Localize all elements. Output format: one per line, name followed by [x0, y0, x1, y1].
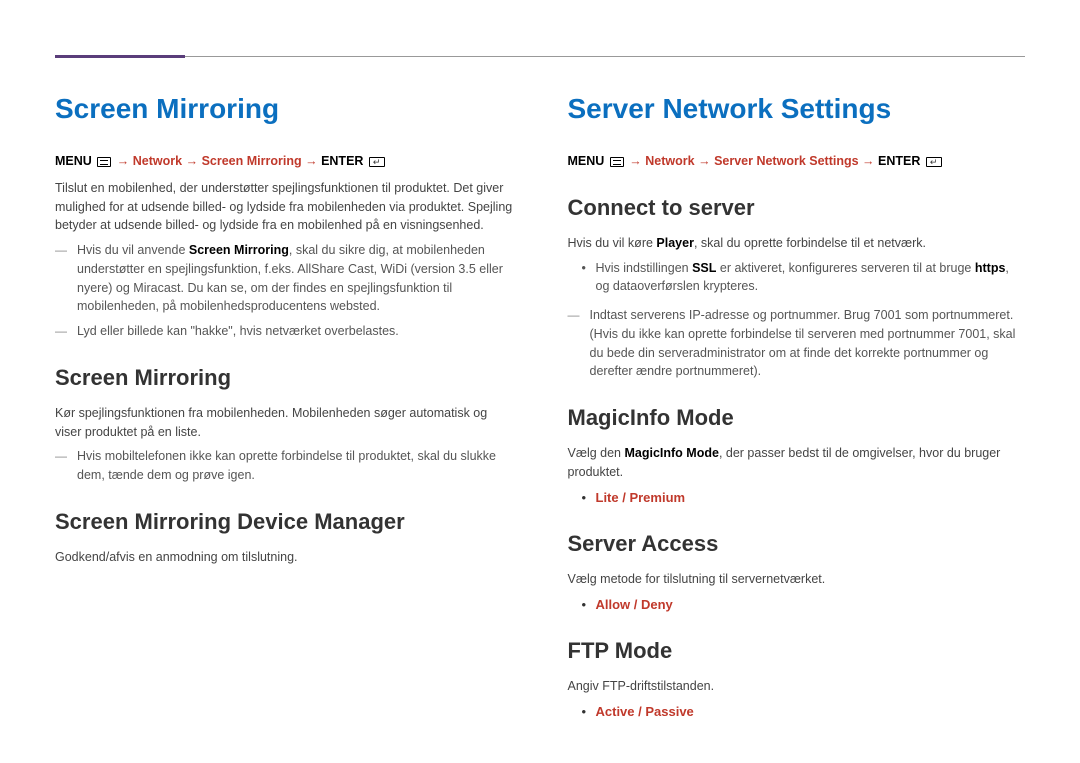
text: Hvis du vil anvende	[77, 243, 189, 257]
enter-label: ENTER	[321, 154, 363, 168]
menu-label: MENU	[568, 154, 605, 168]
note-item: Hvis du vil anvende Screen Mirroring, sk…	[55, 241, 513, 316]
note-list: Indtast serverens IP-adresse og portnumm…	[568, 306, 1026, 381]
text: Hvis indstillingen	[596, 261, 693, 275]
menu-label: MENU	[55, 154, 92, 168]
bold-term: MagicInfo Mode	[624, 446, 718, 460]
intro-text: Tilslut en mobilenhed, der understøtter …	[55, 179, 513, 235]
body-text: Kør spejlingsfunktionen fra mobilenheden…	[55, 404, 513, 442]
body-text: Vælg den MagicInfo Mode, der passer beds…	[568, 444, 1026, 482]
body-text: Angiv FTP-driftstilstanden.	[568, 677, 1026, 696]
arrow-icon: →	[186, 154, 202, 168]
nav-segment: Network	[645, 154, 694, 168]
arrow-icon: →	[862, 154, 878, 168]
sub-heading: Screen Mirroring Device Manager	[55, 505, 513, 538]
option-item: Allow / Deny	[568, 595, 1026, 615]
content-columns: Screen Mirroring MENU → Network → Screen…	[55, 88, 1025, 736]
text: Vælg den	[568, 446, 625, 460]
body-text: Hvis du vil køre Player, skal du oprette…	[568, 234, 1026, 253]
bold-term: https	[975, 261, 1006, 275]
menu-icon	[97, 157, 111, 167]
note-list: Hvis du vil anvende Screen Mirroring, sk…	[55, 241, 513, 341]
header-rule	[55, 55, 1025, 58]
text: er aktiveret, konfigureres serveren til …	[716, 261, 974, 275]
right-column: Server Network Settings MENU → Network →…	[568, 88, 1026, 736]
text: Hvis du vil køre	[568, 236, 657, 250]
bold-term: SSL	[692, 261, 716, 275]
arrow-icon: →	[629, 154, 645, 168]
option-list: Active / Passive	[568, 702, 1026, 722]
sub-heading: MagicInfo Mode	[568, 401, 1026, 434]
body-text: Vælg metode for tilslutning til serverne…	[568, 570, 1026, 589]
left-column: Screen Mirroring MENU → Network → Screen…	[55, 88, 513, 736]
enter-label: ENTER	[878, 154, 920, 168]
left-nav-path: MENU → Network → Screen Mirroring → ENTE…	[55, 152, 513, 171]
right-title: Server Network Settings	[568, 88, 1026, 130]
bold-term: Player	[656, 236, 694, 250]
option-list: Lite / Premium	[568, 488, 1026, 508]
arrow-icon: →	[698, 154, 714, 168]
enter-icon	[926, 157, 942, 167]
left-title: Screen Mirroring	[55, 88, 513, 130]
body-text: Godkend/afvis en anmodning om tilslutnin…	[55, 548, 513, 567]
thin-rule	[185, 56, 1025, 57]
bold-term: Screen Mirroring	[189, 243, 289, 257]
sub-heading: Server Access	[568, 527, 1026, 560]
option-list: Allow / Deny	[568, 595, 1026, 615]
menu-icon	[610, 157, 624, 167]
arrow-icon: →	[305, 154, 321, 168]
bullet-list: Hvis indstillingen SSL er aktiveret, kon…	[568, 259, 1026, 297]
arrow-icon: →	[117, 154, 133, 168]
text: , skal du oprette forbindelse til et net…	[694, 236, 926, 250]
note-list: Hvis mobiltelefonen ikke kan oprette for…	[55, 447, 513, 485]
nav-segment: Network	[133, 154, 182, 168]
right-nav-path: MENU → Network → Server Network Settings…	[568, 152, 1026, 171]
sub-heading: FTP Mode	[568, 634, 1026, 667]
note-item: Indtast serverens IP-adresse og portnumm…	[568, 306, 1026, 381]
nav-segment: Screen Mirroring	[202, 154, 302, 168]
accent-bar	[55, 55, 185, 58]
option-item: Lite / Premium	[568, 488, 1026, 508]
note-item: Hvis mobiltelefonen ikke kan oprette for…	[55, 447, 513, 485]
nav-segment: Server Network Settings	[714, 154, 859, 168]
bullet-item: Hvis indstillingen SSL er aktiveret, kon…	[568, 259, 1026, 297]
sub-heading: Screen Mirroring	[55, 361, 513, 394]
enter-icon	[369, 157, 385, 167]
sub-heading: Connect to server	[568, 191, 1026, 224]
note-item: Lyd eller billede kan "hakke", hvis netv…	[55, 322, 513, 341]
option-item: Active / Passive	[568, 702, 1026, 722]
